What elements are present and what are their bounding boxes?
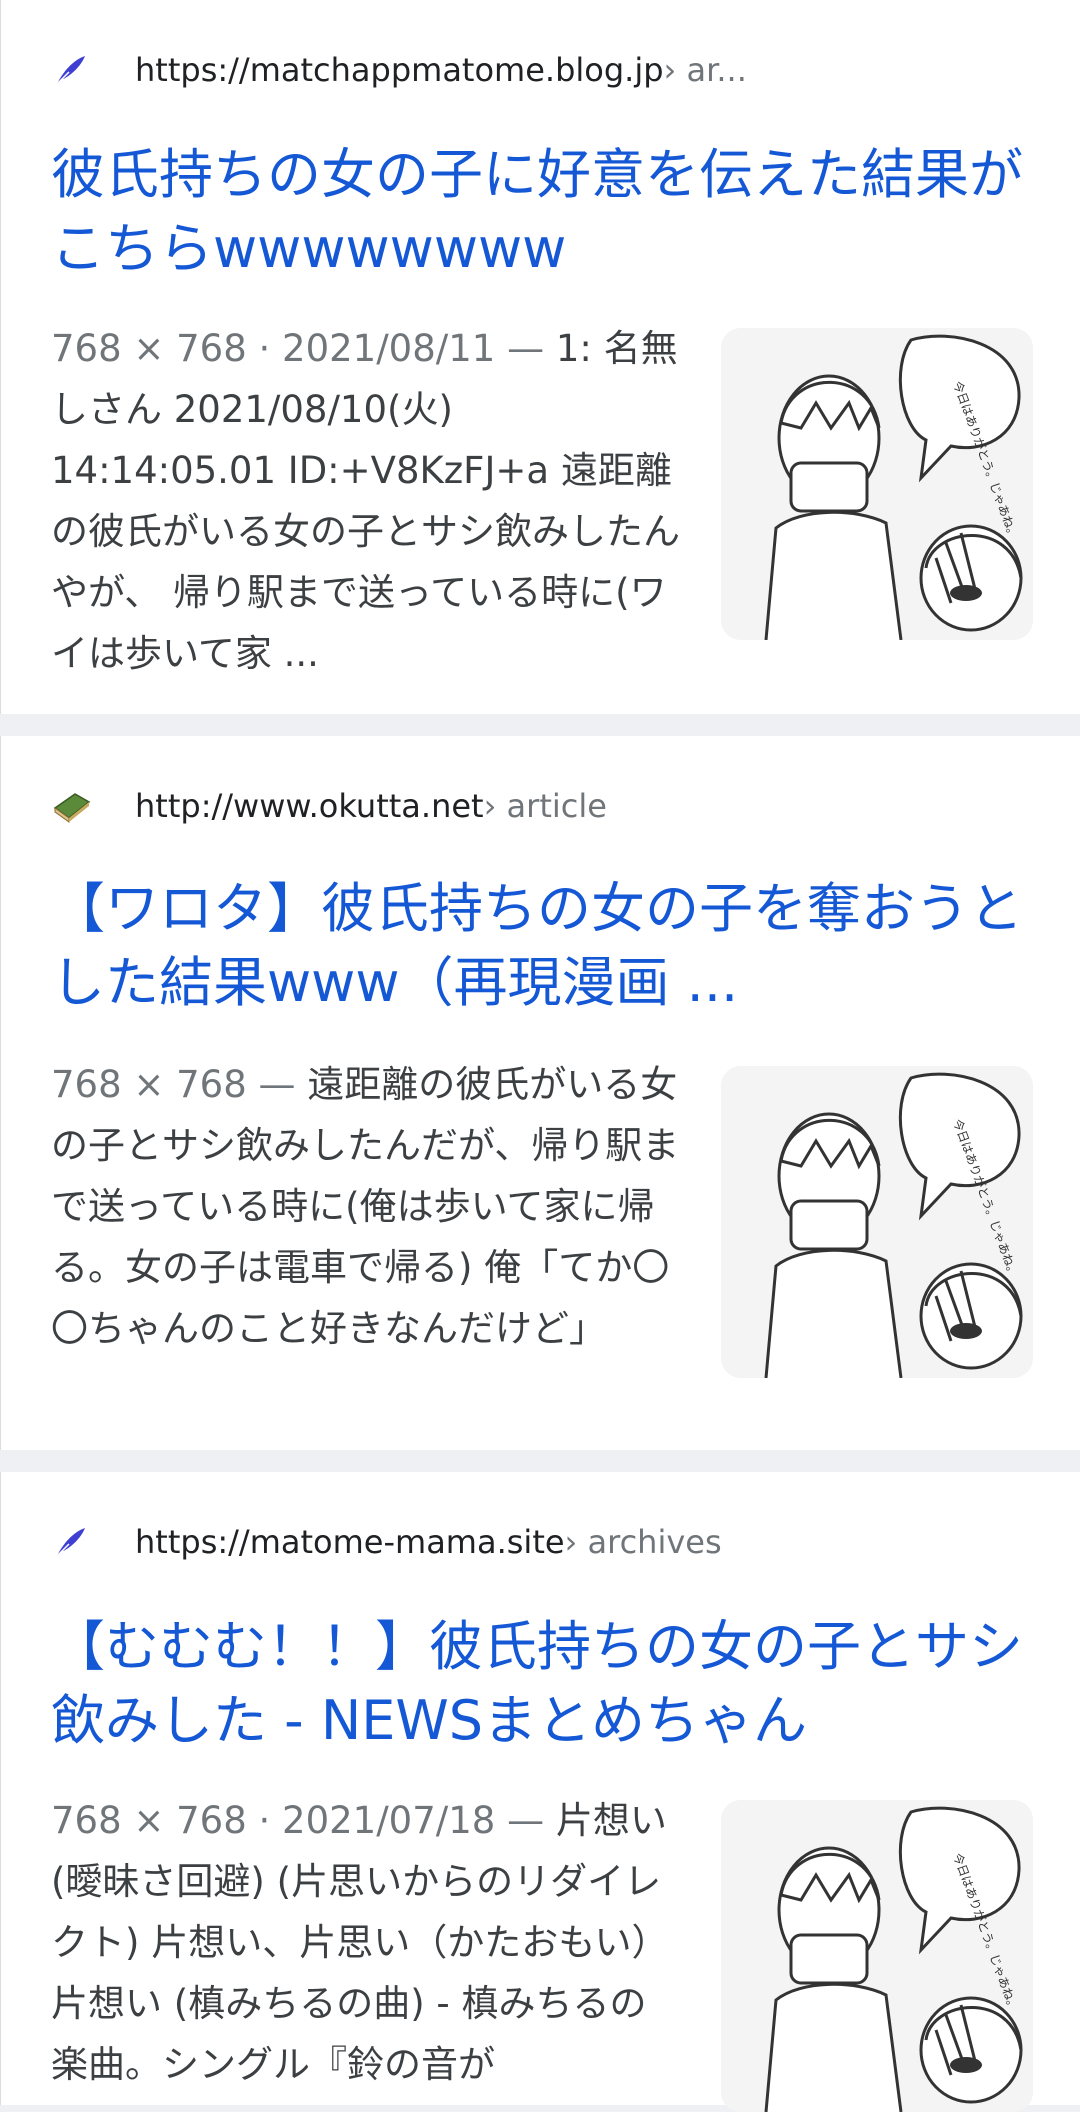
result-snippet-text: 片想い (曖昧さ回避) (片思いからのリダイレクト) 片想い、片思い（かたおもい… <box>51 1799 669 2086</box>
result-title-link[interactable]: 彼氏持ちの女の子に好意を伝えた結果がこちらwwwwwwww <box>51 138 1031 286</box>
result-source[interactable]: https://matome-mama.site › archives <box>51 1522 722 1562</box>
manga-thumbnail: 今日はありがとう。じゃあね。 <box>721 1066 1033 1378</box>
result-thumbnail[interactable]: 今日はありがとう。じゃあね。 <box>721 328 1033 640</box>
feather-icon <box>51 50 91 90</box>
result-url: https://matchappmatome.blog.jp <box>135 51 664 89</box>
result-breadcrumb: › article <box>483 787 607 825</box>
result-url: https://matome-mama.site <box>135 1523 565 1561</box>
result-breadcrumb: › ar... <box>663 51 747 89</box>
result-meta: 768 × 768 — <box>51 1063 308 1106</box>
feather-icon <box>51 1522 91 1562</box>
result-meta: 768 × 768 · 2021/07/18 — <box>51 1799 556 1842</box>
result-breadcrumb: › archives <box>564 1523 722 1561</box>
result-snippet: 768 × 768 · 2021/08/11 — 1: 名無しさん 2021/0… <box>51 318 681 684</box>
book-icon <box>51 786 91 826</box>
result-source[interactable]: http://www.okutta.net › article <box>51 786 607 826</box>
manga-thumbnail: 今日はありがとう。じゃあね。 <box>721 1800 1033 2112</box>
result-snippet-text: 遠距離の彼氏がいる女の子とサシ飲みしたんだが、帰り駅まで送っている時に(俺は歩い… <box>51 1063 680 1350</box>
result-meta: 768 × 768 · 2021/08/11 — <box>51 327 556 370</box>
result-snippet: 768 × 768 — 遠距離の彼氏がいる女の子とサシ飲みしたんだが、帰り駅まで… <box>51 1054 681 1359</box>
search-result-3: https://matome-mama.site › archives 【むむむ… <box>0 1472 1080 2112</box>
result-title-link[interactable]: 【ワロタ】彼氏持ちの女の子を奪おうとした結果www（再現漫画 ... <box>51 872 1031 1020</box>
result-url: http://www.okutta.net <box>135 787 484 825</box>
search-result-1: https://matchappmatome.blog.jp › ar... 彼… <box>0 0 1080 714</box>
search-result-2: http://www.okutta.net › article 【ワロタ】彼氏持… <box>0 736 1080 1450</box>
result-source[interactable]: https://matchappmatome.blog.jp › ar... <box>51 50 747 90</box>
result-thumbnail[interactable]: 今日はありがとう。じゃあね。 <box>721 1066 1033 1378</box>
result-snippet: 768 × 768 · 2021/07/18 — 片想い (曖昧さ回避) (片思… <box>51 1790 681 2095</box>
result-thumbnail[interactable]: 今日はありがとう。じゃあね。 <box>721 1800 1033 2112</box>
result-title-link[interactable]: 【むむむ！！】彼氏持ちの女の子とサシ飲みした - NEWSまとめちゃん <box>51 1610 1031 1758</box>
manga-thumbnail: 今日はありがとう。じゃあね。 <box>721 328 1033 640</box>
result-snippet-text: 1: 名無しさん 2021/08/10(火) 14:14:05.01 ID:+V… <box>51 327 680 675</box>
